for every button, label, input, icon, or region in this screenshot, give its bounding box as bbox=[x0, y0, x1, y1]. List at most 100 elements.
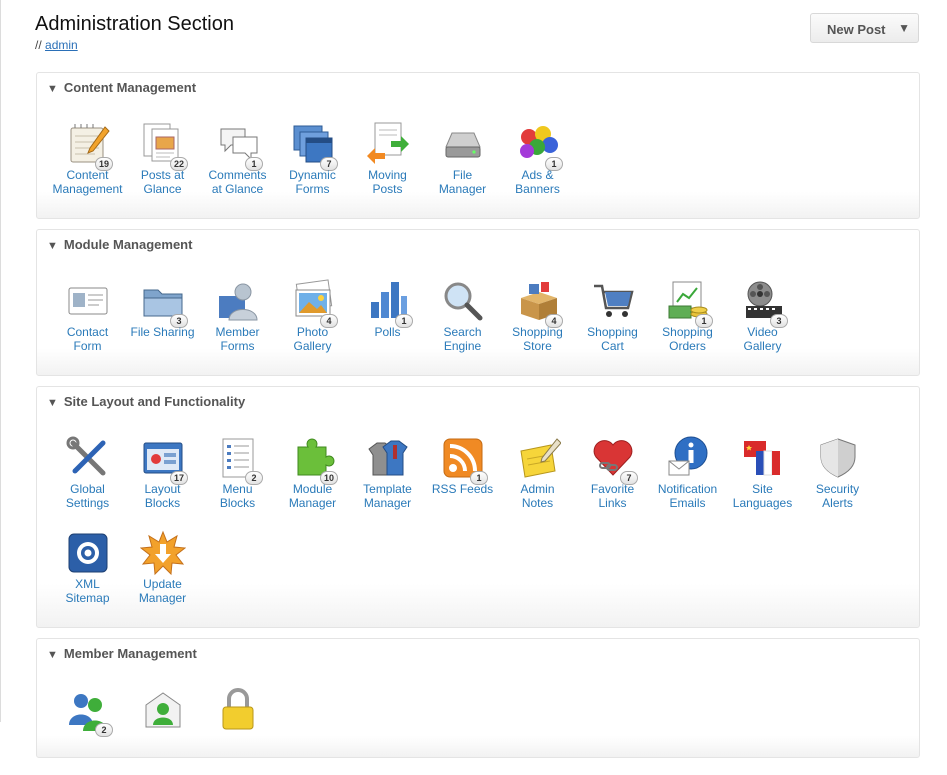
tile-label: Notification Emails bbox=[644, 482, 731, 510]
admin-tile[interactable]: 22 Posts at Glance bbox=[125, 121, 200, 209]
admin-tile[interactable]: Moving Posts bbox=[350, 121, 425, 209]
admin-tile[interactable]: 4 Photo Gallery bbox=[275, 278, 350, 366]
tile-label: Admin Notes bbox=[494, 482, 581, 510]
tile-label: XML Sitemap bbox=[44, 577, 131, 605]
tile-label: Module Manager bbox=[269, 482, 356, 510]
admin-tile[interactable]: Shopping Cart bbox=[575, 278, 650, 366]
page-title: Administration Section bbox=[35, 13, 234, 35]
admin-tile[interactable]: Contact Form bbox=[50, 278, 125, 366]
admin-tile[interactable]: 10 Module Manager bbox=[275, 435, 350, 523]
admin-tile[interactable]: Member Forms bbox=[200, 278, 275, 366]
tile-label: Contact Form bbox=[44, 325, 131, 353]
sticky-note-icon bbox=[515, 435, 561, 481]
admin-tile[interactable]: XML Sitemap bbox=[50, 530, 125, 618]
admin-tile[interactable]: 7 Favorite Links bbox=[575, 435, 650, 523]
admin-tile[interactable]: Template Manager bbox=[350, 435, 425, 523]
admin-tile[interactable]: 3 Video Gallery bbox=[725, 278, 800, 366]
tile-label: Ads & Banners bbox=[494, 168, 581, 196]
move-documents-icon bbox=[365, 121, 411, 167]
store-box-icon: 4 bbox=[515, 278, 563, 328]
tile-label-line: Emails bbox=[669, 496, 706, 510]
admin-tile[interactable]: 1 RSS Feeds bbox=[425, 435, 500, 523]
tile-label-line: Glance bbox=[143, 182, 182, 196]
section-header-toggle[interactable]: ▼ Content Management bbox=[47, 80, 196, 95]
tile-label-line: Member bbox=[215, 325, 260, 339]
admin-tile[interactable]: File Manager bbox=[425, 121, 500, 209]
admin-tile[interactable]: 7 Dynamic Forms bbox=[275, 121, 350, 209]
admin-tile[interactable]: Notification Emails bbox=[650, 435, 725, 523]
tile-label: Video Gallery bbox=[719, 325, 806, 353]
tile-label-line: Favorite bbox=[590, 482, 635, 496]
section-title: Member Management bbox=[63, 646, 197, 661]
admin-tile[interactable]: 1 Ads & Banners bbox=[500, 121, 575, 209]
admin-tile[interactable]: 2 bbox=[50, 687, 125, 775]
tile-label-line: Manager bbox=[138, 591, 187, 605]
users-group-icon: 2 bbox=[65, 687, 113, 737]
section-panel: ▼ Module Management Contact Form 3 File Shari… bbox=[36, 229, 920, 376]
tile-label-line: Shopping bbox=[587, 325, 638, 339]
heart-chain-icon: 7 bbox=[590, 435, 638, 485]
admin-tile[interactable]: 3 File Sharing bbox=[125, 278, 200, 366]
tile-label-line: Admin bbox=[520, 482, 555, 496]
section-title: Site Layout and Functionality bbox=[63, 394, 246, 409]
tile-label-line: Module bbox=[292, 482, 333, 496]
tile-label-line: Manager bbox=[363, 496, 412, 510]
tile-label: File Manager bbox=[419, 168, 506, 196]
tile-label-line: Banners bbox=[515, 182, 560, 196]
tile-label: Global Settings bbox=[44, 482, 131, 510]
admin-tile[interactable]: Security Alerts bbox=[800, 435, 875, 523]
admin-tile[interactable] bbox=[125, 687, 200, 775]
tile-label-line: Management bbox=[52, 182, 123, 196]
tile-label-line: Photo bbox=[296, 325, 329, 339]
section-header-toggle[interactable]: ▼ Member Management bbox=[47, 646, 197, 661]
tile-label-line: Polls bbox=[374, 325, 401, 339]
magnifier-icon bbox=[440, 278, 486, 324]
section-header-toggle[interactable]: ▼ Module Management bbox=[47, 237, 192, 252]
tile-label-line: Blocks bbox=[144, 496, 181, 510]
admin-tile[interactable]: Admin Notes bbox=[500, 435, 575, 523]
tile-label-line: Forms bbox=[220, 339, 255, 353]
tile-label-line: Alerts bbox=[822, 496, 853, 510]
admin-tile[interactable]: Site Languages bbox=[725, 435, 800, 523]
tile-label-line: File Sharing bbox=[130, 325, 195, 339]
speech-bubbles-icon: 1 bbox=[215, 121, 263, 171]
admin-tile[interactable]: Update Manager bbox=[125, 530, 200, 618]
section-header-toggle[interactable]: ▼ Site Layout and Functionality bbox=[47, 394, 245, 409]
tile-label-line: Security bbox=[815, 482, 860, 496]
admin-tile[interactable]: 2 Menu Blocks bbox=[200, 435, 275, 523]
admin-tile[interactable]: 1 Shopping Orders bbox=[650, 278, 725, 366]
xml-sitemap-icon bbox=[65, 530, 111, 576]
admin-tile[interactable]: Global Settings bbox=[50, 435, 125, 523]
new-post-button[interactable]: New Post ▼ bbox=[810, 13, 919, 43]
padlock-icon bbox=[215, 687, 261, 733]
update-starburst-icon bbox=[140, 530, 186, 576]
admin-tile[interactable] bbox=[200, 687, 275, 775]
tile-label: Dynamic Forms bbox=[269, 168, 356, 196]
tile-label-line: Posts at bbox=[140, 168, 185, 182]
admin-tile[interactable]: 19 Content Management bbox=[50, 121, 125, 209]
tile-label: Polls bbox=[344, 325, 431, 339]
tile-label-line: Settings bbox=[65, 496, 110, 510]
tile-label-line: Gallery bbox=[743, 339, 782, 353]
tile-label-line: Search bbox=[443, 325, 482, 339]
tile-label-line: Layout bbox=[144, 482, 181, 496]
tile-label-line: Forms bbox=[295, 182, 330, 196]
section-title: Module Management bbox=[63, 237, 193, 252]
admin-tile[interactable]: 4 Shopping Store bbox=[500, 278, 575, 366]
tile-label: Member Forms bbox=[194, 325, 281, 353]
tile-label-line: XML bbox=[75, 577, 100, 591]
tile-label-line: Content bbox=[66, 168, 109, 182]
admin-tile[interactable]: 1 Polls bbox=[350, 278, 425, 366]
film-reel-icon: 3 bbox=[740, 278, 788, 328]
tile-label: Update Manager bbox=[119, 577, 206, 605]
tile-label-line: Store bbox=[523, 339, 552, 353]
admin-tile[interactable]: 17 Layout Blocks bbox=[125, 435, 200, 523]
count-badge: 2 bbox=[95, 723, 113, 737]
tile-label-line: Manager bbox=[438, 182, 487, 196]
tile-label: Site Languages bbox=[719, 482, 806, 510]
admin-tile[interactable]: Search Engine bbox=[425, 278, 500, 366]
breadcrumb-admin-link[interactable]: admin bbox=[45, 38, 78, 52]
admin-tile[interactable]: 1 Comments at Glance bbox=[200, 121, 275, 209]
tile-label: Photo Gallery bbox=[269, 325, 356, 353]
tile-label-line: Menu bbox=[222, 482, 253, 496]
